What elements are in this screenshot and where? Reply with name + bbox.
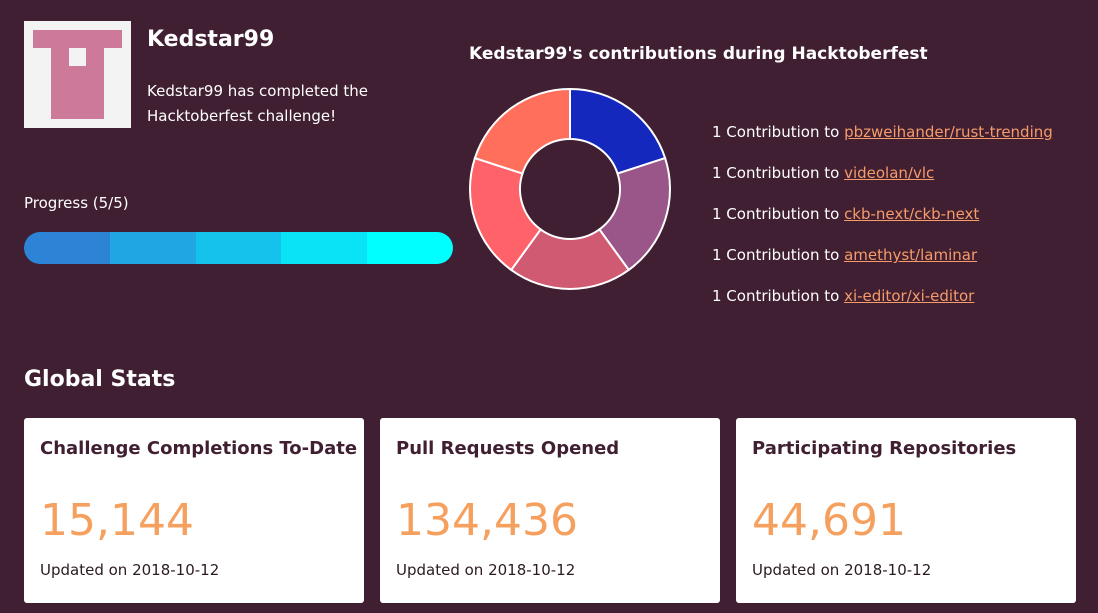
donut-slice-pbzweihander-rust-trending[interactable]	[569, 88, 667, 175]
progress-bar	[24, 232, 453, 264]
contribution-prefix: 1 Contribution to	[712, 246, 840, 264]
progress-segment	[195, 232, 282, 264]
stat-card-completions: Challenge Completions To-Date 15,144 Upd…	[24, 418, 364, 603]
chart-title: Kedstar99's contributions during Hacktob…	[469, 44, 928, 64]
contribution-item: 1 Contribution to ckb-next/ckb-next	[712, 203, 1053, 244]
repo-link[interactable]: amethyst/laminar	[844, 246, 977, 264]
stat-card-repositories: Participating Repositories 44,691 Update…	[736, 418, 1076, 603]
avatar	[24, 21, 131, 128]
hacktoberfest-profile-page: Kedstar99 Kedstar99 has completed the Ha…	[0, 0, 1098, 613]
contribution-item: 1 Contribution to xi-editor/xi-editor	[712, 285, 1053, 326]
identicon-avatar-icon	[24, 21, 131, 128]
contribution-prefix: 1 Contribution to	[712, 287, 840, 305]
stat-card-title: Participating Repositories	[752, 438, 1017, 459]
stat-card-title: Challenge Completions To-Date	[40, 438, 358, 459]
contribution-prefix: 1 Contribution to	[712, 123, 840, 141]
stat-card-title: Pull Requests Opened	[396, 438, 620, 459]
progress-segment	[281, 232, 368, 264]
stat-card-updated: Updated on 2018-10-12	[752, 561, 932, 579]
repo-link[interactable]: videolan/vlc	[844, 164, 934, 182]
repo-link[interactable]: xi-editor/xi-editor	[844, 287, 974, 305]
donut-slice-xi-editor-xi-editor[interactable]	[473, 88, 571, 175]
progress-segment	[367, 232, 453, 264]
contributions-donut-chart	[469, 88, 671, 290]
stat-card-updated: Updated on 2018-10-12	[40, 561, 220, 579]
contributions-legend: 1 Contribution to pbzweihander/rust-tren…	[712, 121, 1053, 326]
contribution-item: 1 Contribution to amethyst/laminar	[712, 244, 1053, 285]
completion-message: Kedstar99 has completed the Hacktoberfes…	[147, 82, 369, 125]
contribution-item: 1 Contribution to videolan/vlc	[712, 162, 1053, 203]
contribution-prefix: 1 Contribution to	[712, 164, 840, 182]
contribution-item: 1 Contribution to pbzweihander/rust-tren…	[712, 121, 1053, 162]
contribution-prefix: 1 Contribution to	[712, 205, 840, 223]
username: Kedstar99	[147, 27, 275, 52]
repo-link[interactable]: pbzweihander/rust-trending	[844, 123, 1053, 141]
progress-bar-fill	[24, 232, 453, 264]
stat-card-value: 134,436	[396, 495, 578, 546]
global-stats-title: Global Stats	[24, 367, 176, 392]
progress-segment	[109, 232, 196, 264]
stat-card-value: 15,144	[40, 495, 194, 546]
progress-label: Progress (5/5)	[24, 194, 129, 212]
progress-segment	[24, 232, 110, 264]
stat-card-updated: Updated on 2018-10-12	[396, 561, 576, 579]
stat-card-value: 44,691	[752, 495, 906, 546]
repo-link[interactable]: ckb-next/ckb-next	[844, 205, 979, 223]
stat-card-pull-requests: Pull Requests Opened 134,436 Updated on …	[380, 418, 720, 603]
